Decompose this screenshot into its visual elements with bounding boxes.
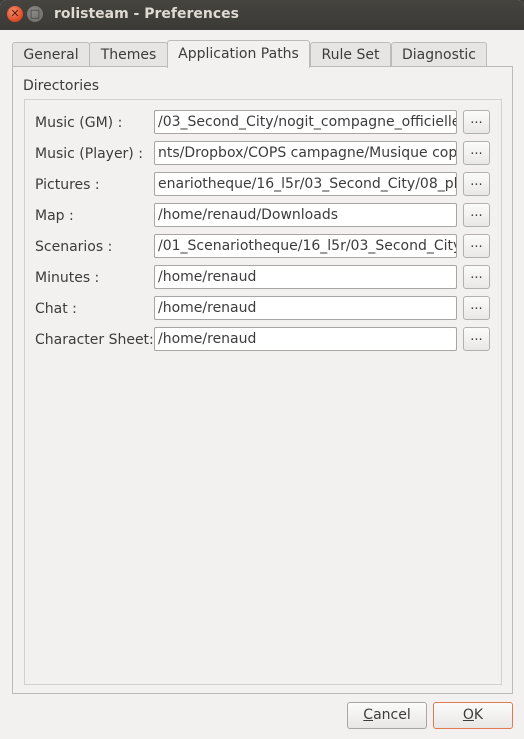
music-player-label: Music (Player) :	[35, 146, 143, 162]
tab-rule-set[interactable]: Rule Set	[310, 42, 391, 66]
character-sheet-label: Character Sheet:	[35, 332, 154, 348]
maximize-icon[interactable]: □	[27, 6, 43, 22]
pictures-browse-button[interactable]: ...	[463, 172, 490, 196]
cancel-mnemonic: C	[363, 707, 374, 723]
application-paths-panel: Directories Music (GM) : /03_Second_City…	[12, 66, 513, 694]
music-gm-label: Music (GM) :	[35, 115, 123, 131]
map-path-input[interactable]: /home/renaud/Downloads	[154, 203, 457, 227]
pictures-path-input[interactable]: enariotheque/16_l5r/03_Second_City/08_pl…	[154, 172, 457, 196]
ok-label: K	[473, 707, 484, 723]
preferences-window: ✕ □ rolisteam - Preferences General Them…	[0, 0, 524, 739]
character-sheet-browse-button[interactable]: ...	[463, 327, 490, 351]
chat-label: Chat :	[35, 301, 77, 317]
close-icon[interactable]: ✕	[7, 6, 23, 22]
tab-themes[interactable]: Themes	[89, 42, 168, 66]
scenarios-browse-button[interactable]: ...	[463, 234, 490, 258]
tab-general[interactable]: General	[12, 42, 90, 66]
ok-mnemonic: O	[462, 707, 474, 723]
scenarios-path-input[interactable]: /01_Scenariotheque/16_l5r/03_Second_City	[154, 234, 457, 258]
cancel-label: ancel	[373, 707, 411, 723]
music-player-path-input[interactable]: nts/Dropbox/COPS campagne/Musique cops	[154, 141, 457, 165]
minutes-label: Minutes :	[35, 270, 100, 286]
map-browse-button[interactable]: ...	[463, 203, 490, 227]
music-player-browse-button[interactable]: ...	[463, 141, 490, 165]
title-bar[interactable]: ✕ □ rolisteam - Preferences	[0, 0, 524, 30]
cancel-button[interactable]: Cancel	[347, 702, 427, 729]
music-gm-path-input[interactable]: /03_Second_City/nogit_compagne_officiell…	[154, 110, 457, 134]
ok-button[interactable]: OK	[433, 702, 513, 729]
music-gm-browse-button[interactable]: ...	[463, 110, 490, 134]
tab-diagnostic[interactable]: Diagnostic	[391, 42, 487, 66]
chat-path-input[interactable]: /home/renaud	[154, 296, 457, 320]
scenarios-label: Scenarios :	[35, 239, 113, 255]
minutes-browse-button[interactable]: ...	[463, 265, 490, 289]
minutes-path-input[interactable]: /home/renaud	[154, 265, 457, 289]
character-sheet-path-input[interactable]: /home/renaud	[154, 327, 457, 351]
directories-group-title: Directories	[23, 78, 100, 94]
map-label: Map :	[35, 208, 74, 224]
tab-application-paths[interactable]: Application Paths	[167, 40, 310, 68]
pictures-label: Pictures :	[35, 177, 100, 193]
window-title: rolisteam - Preferences	[54, 6, 239, 22]
chat-browse-button[interactable]: ...	[463, 296, 490, 320]
